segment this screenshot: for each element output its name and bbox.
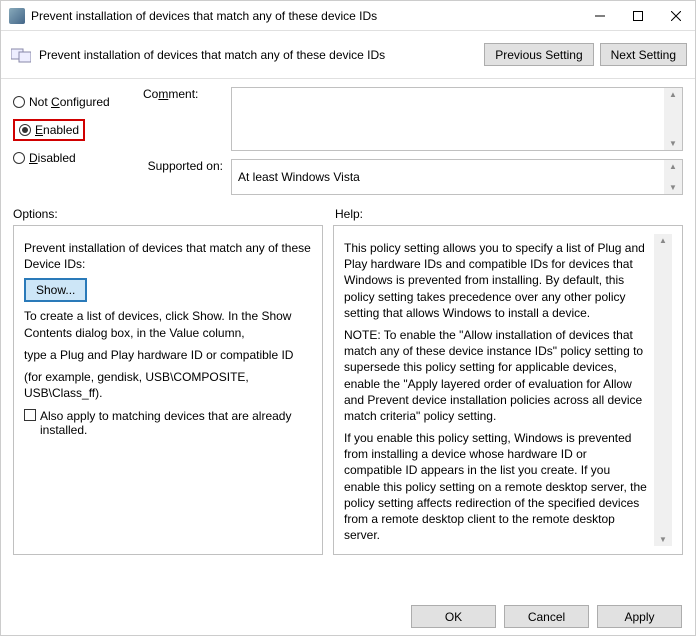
supported-text: At least Windows Vista	[232, 160, 664, 194]
radio-icon	[13, 96, 25, 108]
chevron-up-icon: ▲	[669, 90, 677, 99]
header-bar: Prevent installation of devices that mat…	[1, 31, 695, 79]
options-label: Options:	[13, 207, 335, 221]
radio-icon	[19, 124, 31, 136]
show-button[interactable]: Show...	[24, 278, 87, 302]
radio-enabled[interactable]: Enabled	[13, 119, 85, 141]
radio-icon	[13, 152, 25, 164]
comment-label: Comment:	[143, 87, 223, 151]
help-text[interactable]: This policy setting allows you to specif…	[344, 234, 654, 546]
radio-disabled[interactable]: Disabled	[13, 147, 143, 169]
show-label: Show...	[36, 283, 75, 297]
checkbox-label: Also apply to matching devices that are …	[40, 409, 312, 437]
scrollbar[interactable]: ▲▼	[664, 88, 682, 150]
radio-not-configured[interactable]: Not Configured	[13, 91, 143, 113]
footer-buttons: OK Cancel Apply	[411, 605, 682, 628]
ok-button[interactable]: OK	[411, 605, 496, 628]
apply-button[interactable]: Apply	[597, 605, 682, 628]
cancel-button[interactable]: Cancel	[504, 605, 589, 628]
chevron-up-icon: ▲	[659, 236, 667, 245]
checkbox-icon	[24, 409, 36, 421]
radio-label: Enabled	[35, 123, 79, 137]
previous-setting-button[interactable]: Previous Setting	[484, 43, 593, 66]
policy-title: Prevent installation of devices that mat…	[39, 48, 478, 62]
radio-label: Not Configured	[29, 95, 110, 109]
next-setting-button[interactable]: Next Setting	[600, 43, 687, 66]
supported-field: At least Windows Vista ▲▼	[231, 159, 683, 195]
help-paragraph: If you enable this policy setting, Windo…	[344, 430, 648, 543]
comment-text[interactable]	[232, 88, 664, 150]
section-labels: Options: Help:	[13, 207, 683, 221]
also-apply-checkbox[interactable]: Also apply to matching devices that are …	[24, 409, 312, 437]
options-text: To create a list of devices, click Show.…	[24, 308, 312, 340]
window-title: Prevent installation of devices that mat…	[31, 9, 581, 23]
maximize-button[interactable]	[619, 2, 657, 30]
title-bar: Prevent installation of devices that mat…	[1, 1, 695, 31]
help-panel: This policy setting allows you to specif…	[333, 225, 683, 555]
close-button[interactable]	[657, 2, 695, 30]
chevron-up-icon: ▲	[669, 162, 677, 171]
chevron-down-icon: ▼	[659, 535, 667, 544]
policy-icon	[9, 45, 33, 65]
minimize-button[interactable]	[581, 2, 619, 30]
chevron-down-icon: ▼	[669, 183, 677, 192]
help-paragraph: NOTE: To enable the "Allow installation …	[344, 327, 648, 424]
options-heading: Prevent installation of devices that mat…	[24, 240, 312, 272]
chevron-down-icon: ▼	[669, 139, 677, 148]
options-text: (for example, gendisk, USB\COMPOSITE, US…	[24, 369, 312, 401]
comment-field[interactable]: ▲▼	[231, 87, 683, 151]
help-paragraph: This policy setting allows you to specif…	[344, 240, 648, 321]
options-panel: Prevent installation of devices that mat…	[13, 225, 323, 555]
radio-label: Disabled	[29, 151, 76, 165]
app-icon	[9, 8, 25, 24]
scrollbar[interactable]: ▲▼	[654, 234, 672, 546]
help-label: Help:	[335, 207, 363, 221]
state-section: Not Configured Enabled Disabled Comment:…	[1, 79, 695, 203]
options-text: type a Plug and Play hardware ID or comp…	[24, 347, 312, 363]
supported-label: Supported on:	[143, 159, 223, 195]
scrollbar[interactable]: ▲▼	[664, 160, 682, 194]
